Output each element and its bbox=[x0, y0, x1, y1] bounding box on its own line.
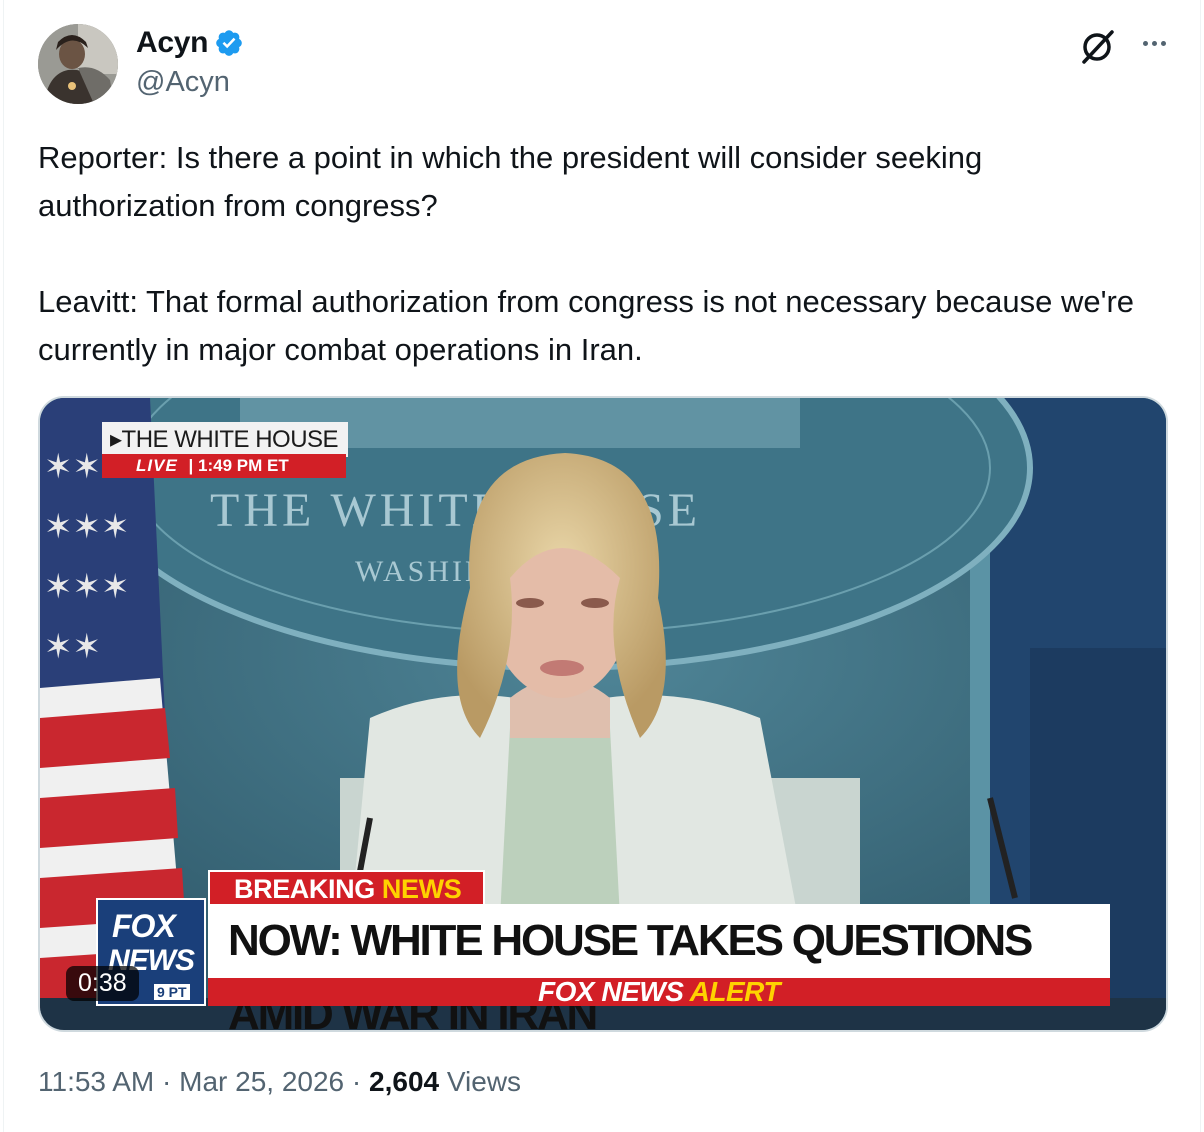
tweet-meta: 11:53 AM · Mar 25, 2026 · 2,604 Views bbox=[38, 1066, 522, 1097]
location-label: ▸THE WHITE HOUSE bbox=[102, 422, 349, 457]
video-player[interactable]: THE WHITE HOUSE WASHINGTON ✶✶✶✶✶✶✶✶✶✶ bbox=[38, 396, 1168, 1032]
chyron-headline: NOW: WHITE HOUSE TAKES QUESTIONS AMID WA… bbox=[208, 904, 1110, 1030]
svg-text:✶✶: ✶✶ bbox=[44, 447, 101, 487]
alert-prefix: FOX NEWS bbox=[538, 976, 690, 1007]
tweet-date[interactable]: Mar 25, 2026 bbox=[179, 1066, 344, 1097]
breaking-suffix: NEWS bbox=[381, 874, 462, 904]
svg-text:✶✶✶: ✶✶✶ bbox=[44, 507, 129, 547]
grok-icon bbox=[1082, 30, 1114, 64]
author-handle[interactable]: @Acyn bbox=[136, 66, 230, 99]
more-icon-dot bbox=[1160, 40, 1166, 46]
breaking-news-label: BREAKING NEWS bbox=[208, 870, 486, 904]
avatar-photo bbox=[38, 24, 118, 104]
breaking-prefix: BREAKING bbox=[234, 874, 382, 904]
live-label: LIVE bbox=[136, 456, 178, 475]
svg-text:✶✶✶: ✶✶✶ bbox=[44, 567, 129, 607]
live-time: | 1:49 PM ET bbox=[188, 456, 289, 475]
avatar[interactable] bbox=[38, 24, 118, 104]
tweet-text: Reporter: Is there a point in which the … bbox=[38, 134, 1158, 374]
video-duration: 0:38 bbox=[66, 966, 139, 1001]
verified-badge-icon[interactable] bbox=[214, 28, 244, 58]
tweet-card: Acyn @Acyn Reporter: Is there a point in… bbox=[3, 0, 1201, 1132]
more-icon-dot bbox=[1151, 40, 1157, 46]
live-bar: LIVE | 1:49 PM ET bbox=[102, 454, 346, 478]
tweet-paragraph-reporter: Reporter: Is there a point in which the … bbox=[38, 140, 983, 223]
more-icon-dot bbox=[1142, 40, 1148, 46]
more-button[interactable] bbox=[1134, 28, 1174, 58]
grok-button[interactable] bbox=[1078, 26, 1118, 66]
svg-text:✶✶: ✶✶ bbox=[44, 627, 101, 667]
views-count: 2,604 bbox=[369, 1066, 440, 1097]
alert-suffix: ALERT bbox=[689, 976, 781, 1007]
display-name[interactable]: Acyn bbox=[136, 26, 208, 60]
author-name-row: Acyn bbox=[136, 26, 244, 60]
tweet-time[interactable]: 11:53 AM bbox=[38, 1066, 154, 1097]
alert-bar: FOX NEWS ALERT bbox=[208, 978, 1110, 1006]
tweet-paragraph-leavitt: Leavitt: That formal authorization from … bbox=[38, 284, 1135, 367]
views-label: Views bbox=[439, 1066, 522, 1097]
